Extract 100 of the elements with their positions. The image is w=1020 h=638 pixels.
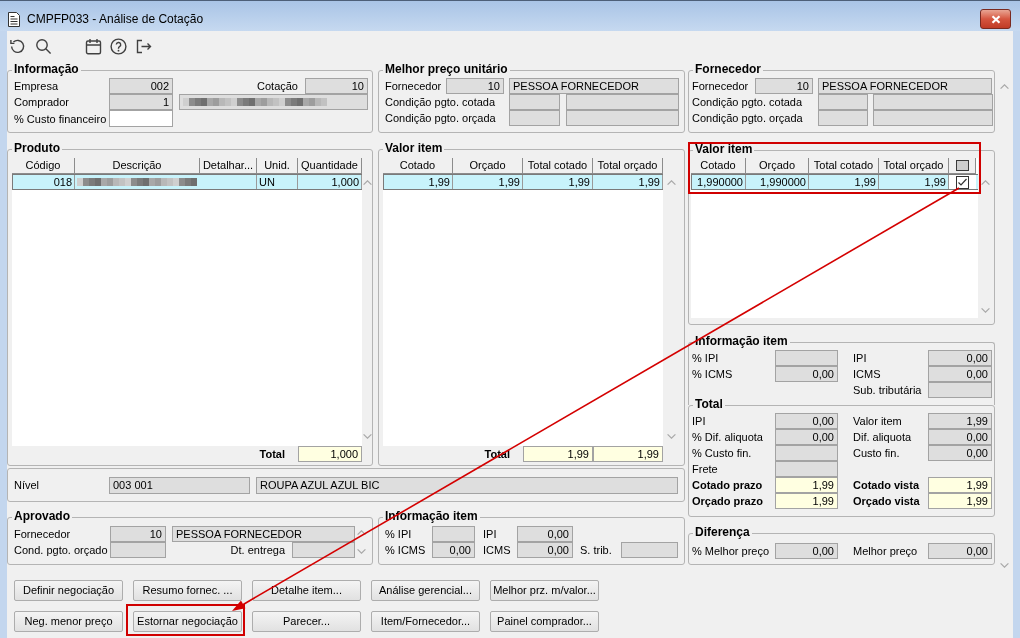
readonly-field: 0,00 (928, 543, 992, 559)
action-button[interactable]: Neg. menor preço (14, 611, 123, 632)
group-title: Melhor preço unitário (383, 62, 510, 77)
table-cell: 1,000 (298, 175, 362, 189)
field-label: Condição pgto. orçada (692, 111, 803, 125)
column-header[interactable]: Orçado (453, 158, 523, 174)
readonly-field: 0,00 (432, 542, 475, 558)
field-label: Cotação (257, 79, 298, 93)
action-button[interactable]: Detalhe item... (252, 580, 361, 601)
readonly-field (775, 461, 838, 477)
field-label: Orçado prazo (692, 494, 763, 508)
help-icon[interactable] (110, 38, 127, 55)
field-label: Frete (692, 462, 718, 476)
table-cell: UN (257, 175, 298, 189)
readonly-field: 0,00 (775, 429, 838, 445)
group-title: Informação (12, 62, 81, 77)
column-header[interactable]: Total orçado (879, 158, 949, 174)
column-header[interactable]: Total cotado (809, 158, 879, 174)
field-label: Empresa (14, 79, 59, 93)
action-button[interactable]: Resumo fornec. ... (133, 580, 242, 601)
input-field[interactable] (109, 110, 173, 127)
field-label: ICMS (853, 367, 881, 381)
readonly-field: 0,00 (517, 526, 573, 542)
group-title: Aprovado (12, 509, 72, 524)
readonly-field: 0,00 (775, 543, 838, 559)
field-label: % Melhor preço (692, 544, 770, 558)
total-field: 1,99 (523, 446, 593, 462)
table-cell: 1,99 (809, 175, 879, 189)
table-row[interactable]: 1,99 1,99 1,99 1,99 (383, 174, 663, 190)
readonly-field: 10 (110, 526, 166, 542)
close-icon (990, 14, 1001, 24)
readonly-field: 10 (305, 78, 368, 94)
field-label: % Dif. aliquota (692, 430, 763, 444)
field-label: Condição pgto. cotada (692, 95, 803, 109)
search-icon[interactable] (35, 38, 52, 55)
exit-icon[interactable] (135, 38, 152, 55)
document-icon (7, 11, 21, 28)
refresh-icon[interactable] (9, 38, 26, 55)
calendar-icon[interactable] (85, 38, 102, 55)
readonly-field: 1 (109, 94, 173, 110)
action-button[interactable]: Análise gerencial... (371, 580, 480, 601)
total-field: 1,99 (928, 493, 992, 509)
field-label: % Custo fin. (692, 446, 752, 460)
square-icon[interactable] (955, 160, 969, 171)
scroll-up-icon[interactable] (980, 180, 990, 185)
field-label: % Custo financeiro (14, 111, 107, 126)
field-label: Condição pgto. orçada (385, 111, 496, 125)
column-header[interactable] (949, 158, 976, 174)
readonly-field: PESSOA FORNECEDOR (172, 526, 355, 542)
table-row[interactable]: 018 UN 1,000 (12, 174, 362, 190)
field-label: Sub. tributária (853, 383, 922, 397)
action-button[interactable]: Parecer... (252, 611, 361, 632)
readonly-field (775, 350, 838, 366)
table-row[interactable]: 1,990000 1,990000 1,99 1,99 (691, 174, 978, 190)
field-label: Total (259, 447, 285, 461)
column-header[interactable]: Orçado (746, 158, 809, 174)
readonly-field (775, 445, 838, 461)
action-button[interactable]: Item/Fornecedor... (371, 611, 480, 632)
field-label: IPI (853, 351, 867, 365)
field-label: IPI (692, 414, 706, 428)
group-title: Informação item (693, 334, 790, 349)
total-field: 1,99 (593, 446, 663, 462)
close-button[interactable] (980, 9, 1011, 29)
action-button[interactable]: Definir negociação (14, 580, 123, 601)
readonly-field: 0,00 (928, 366, 992, 382)
readonly-field (509, 110, 560, 126)
column-header[interactable]: Quantidade (298, 158, 362, 174)
readonly-field (818, 110, 868, 126)
action-button[interactable]: Painel comprador... (490, 611, 599, 632)
column-header[interactable]: Total orçado (593, 158, 663, 174)
column-header[interactable]: Cotado (383, 158, 453, 174)
table-cell: 1,990000 (692, 175, 746, 189)
readonly-field: ROUPA AZUL AZUL BIC (256, 476, 678, 494)
readonly-field (292, 542, 355, 558)
action-button[interactable]: Melhor prz. m/valor... (490, 580, 599, 601)
field-label: Custo fin. (853, 446, 900, 460)
readonly-field (928, 382, 992, 398)
column-header[interactable]: Cotado (691, 158, 746, 174)
field-label: % IPI (692, 351, 719, 365)
readonly-field: PESSOA FORNECEDOR (818, 78, 992, 94)
scroll-up-icon[interactable] (357, 530, 366, 535)
readonly-field: 0,00 (775, 366, 838, 382)
column-header[interactable]: Total cotado (523, 158, 593, 174)
readonly-field: 0,00 (928, 445, 992, 461)
table-cell: 1,99 (523, 175, 593, 189)
readonly-field: 10 (446, 78, 504, 94)
column-header[interactable]: Código (12, 158, 75, 174)
column-header[interactable]: Descrição (75, 158, 200, 174)
field-label: Condição pgto. cotada (385, 95, 496, 109)
field-label: Cond. pgto. orçado (14, 543, 108, 557)
column-header[interactable]: Unid. (257, 158, 298, 174)
readonly-field: 0,00 (928, 429, 992, 445)
column-header[interactable]: Detalhar... (200, 158, 257, 174)
action-button[interactable]: Estornar negociação (133, 611, 242, 632)
readonly-field (432, 526, 475, 542)
checkbox[interactable] (956, 175, 969, 189)
field-label: IPI (483, 527, 497, 541)
field-label: Cotado vista (853, 478, 919, 492)
total-field: 1,99 (775, 477, 838, 493)
field-label: % ICMS (692, 367, 733, 381)
